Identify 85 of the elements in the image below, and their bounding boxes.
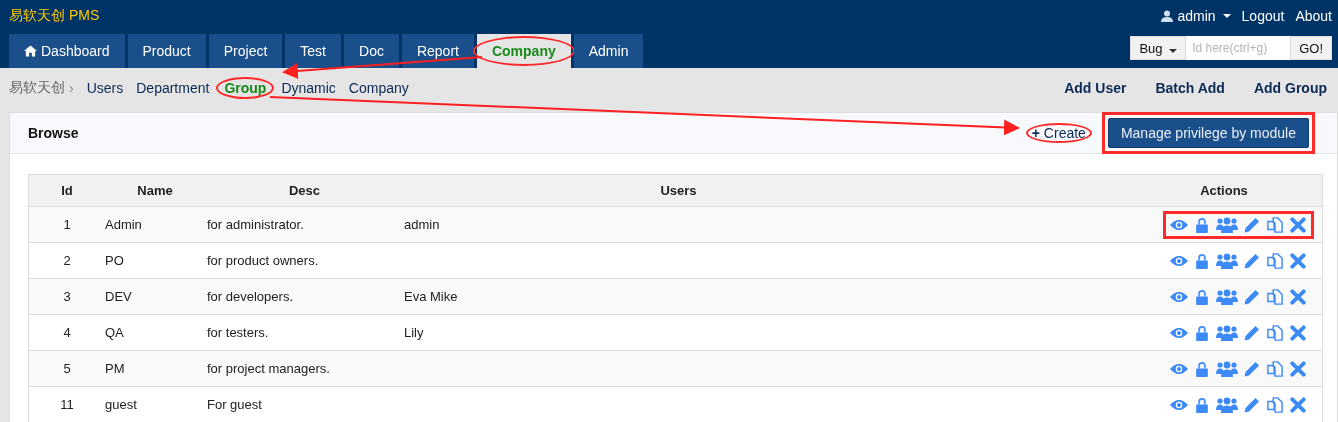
go-button[interactable]: GO! bbox=[1290, 36, 1332, 60]
edit-icon[interactable] bbox=[1243, 324, 1261, 341]
lock-icon[interactable] bbox=[1193, 288, 1211, 305]
home-icon bbox=[24, 45, 37, 57]
delete-icon[interactable] bbox=[1289, 216, 1307, 233]
table-cell: DEV bbox=[105, 289, 132, 304]
table-cell: Lily bbox=[404, 325, 424, 340]
nav-tab[interactable]: Admin bbox=[573, 34, 644, 68]
user-menu[interactable]: admin bbox=[1161, 8, 1231, 24]
table-cell: for administrator. bbox=[207, 217, 304, 232]
table-cell: For guest bbox=[207, 397, 262, 412]
group-icon[interactable] bbox=[1216, 216, 1238, 233]
group-icon[interactable] bbox=[1216, 360, 1238, 377]
subnav-link[interactable]: Dynamic bbox=[281, 80, 336, 96]
delete-icon[interactable] bbox=[1289, 252, 1307, 269]
nav-tab[interactable]: Report bbox=[401, 34, 474, 68]
column-header: Desc bbox=[206, 174, 403, 207]
table-cell: PO bbox=[105, 253, 124, 268]
table-cell: for project managers. bbox=[207, 361, 330, 376]
panel-title: Browse bbox=[28, 125, 79, 141]
copy-icon[interactable] bbox=[1266, 216, 1284, 233]
nav-tab[interactable]: Test bbox=[285, 34, 341, 68]
copy-icon[interactable] bbox=[1266, 252, 1284, 269]
subnav-link[interactable]: Department bbox=[136, 80, 210, 96]
subnav-link[interactable]: Company bbox=[348, 80, 409, 96]
table-cell: admin bbox=[404, 217, 440, 232]
edit-icon[interactable] bbox=[1243, 360, 1261, 377]
action-link[interactable]: Add Group bbox=[1253, 80, 1327, 96]
table-cell: for developers. bbox=[207, 289, 293, 304]
nav-tab[interactable]: Doc bbox=[344, 34, 399, 68]
subnav-link[interactable]: Group bbox=[216, 77, 275, 99]
lock-icon[interactable] bbox=[1193, 360, 1211, 377]
copy-icon[interactable] bbox=[1266, 324, 1284, 341]
lock-icon[interactable] bbox=[1193, 252, 1211, 269]
app-title[interactable]: 易软天创 PMS bbox=[9, 7, 100, 25]
copy-icon[interactable] bbox=[1266, 288, 1284, 305]
table-cell: for product owners. bbox=[207, 253, 319, 268]
subnav-link[interactable]: Users bbox=[86, 80, 124, 96]
table-cell: 5 bbox=[63, 361, 71, 376]
table-cell: QA bbox=[105, 325, 124, 340]
edit-icon[interactable] bbox=[1243, 396, 1261, 413]
action-link[interactable]: Batch Add bbox=[1155, 80, 1225, 96]
user-icon bbox=[1161, 10, 1174, 22]
nav-tab[interactable]: Dashboard bbox=[9, 34, 125, 68]
delete-icon[interactable] bbox=[1289, 396, 1307, 413]
search-type-dropdown[interactable]: Bug bbox=[1130, 36, 1187, 60]
table-cell: for testers. bbox=[207, 325, 269, 340]
table-cell: 4 bbox=[63, 325, 71, 340]
table-cell: 2 bbox=[63, 253, 71, 268]
column-header: Actions bbox=[1133, 174, 1323, 207]
table-cell: 3 bbox=[63, 289, 71, 304]
nav-tab[interactable]: Project bbox=[208, 34, 283, 68]
edit-icon[interactable] bbox=[1243, 288, 1261, 305]
lock-icon[interactable] bbox=[1193, 324, 1211, 341]
nav-link[interactable]: About bbox=[1295, 8, 1332, 24]
breadcrumb-root[interactable]: 易软天创 bbox=[9, 79, 65, 97]
lock-icon[interactable] bbox=[1193, 216, 1211, 233]
column-header: Id bbox=[28, 174, 105, 207]
action-link[interactable]: Add User bbox=[1064, 80, 1127, 96]
edit-icon[interactable] bbox=[1243, 216, 1261, 233]
table-cell: Admin bbox=[105, 217, 142, 232]
column-header: Users bbox=[403, 174, 1133, 207]
group-icon[interactable] bbox=[1216, 396, 1238, 413]
group-icon[interactable] bbox=[1216, 252, 1238, 269]
table-cell: 1 bbox=[63, 217, 71, 232]
delete-icon[interactable] bbox=[1289, 288, 1307, 305]
column-header: Name bbox=[105, 174, 206, 207]
breadcrumb-separator: › bbox=[69, 80, 74, 96]
lock-icon[interactable] bbox=[1193, 396, 1211, 413]
id-search-field[interactable]: Id here(ctrl+g) bbox=[1186, 36, 1291, 60]
table-cell: PM bbox=[105, 361, 125, 376]
manage-privilege-button[interactable]: Manage privilege by module bbox=[1107, 118, 1309, 148]
edit-icon[interactable] bbox=[1243, 252, 1261, 269]
group-icon[interactable] bbox=[1216, 324, 1238, 341]
delete-icon[interactable] bbox=[1289, 324, 1307, 341]
nav-tab[interactable]: Product bbox=[127, 34, 206, 68]
nav-link[interactable]: Logout bbox=[1241, 8, 1285, 24]
delete-icon[interactable] bbox=[1289, 360, 1307, 377]
group-icon[interactable] bbox=[1216, 288, 1238, 305]
copy-icon[interactable] bbox=[1266, 396, 1284, 413]
table-cell: guest bbox=[105, 397, 137, 412]
table-cell: 11 bbox=[60, 397, 74, 412]
copy-icon[interactable] bbox=[1266, 360, 1284, 377]
table-cell: Eva Mike bbox=[404, 289, 458, 304]
nav-tab[interactable]: Company bbox=[476, 34, 571, 68]
